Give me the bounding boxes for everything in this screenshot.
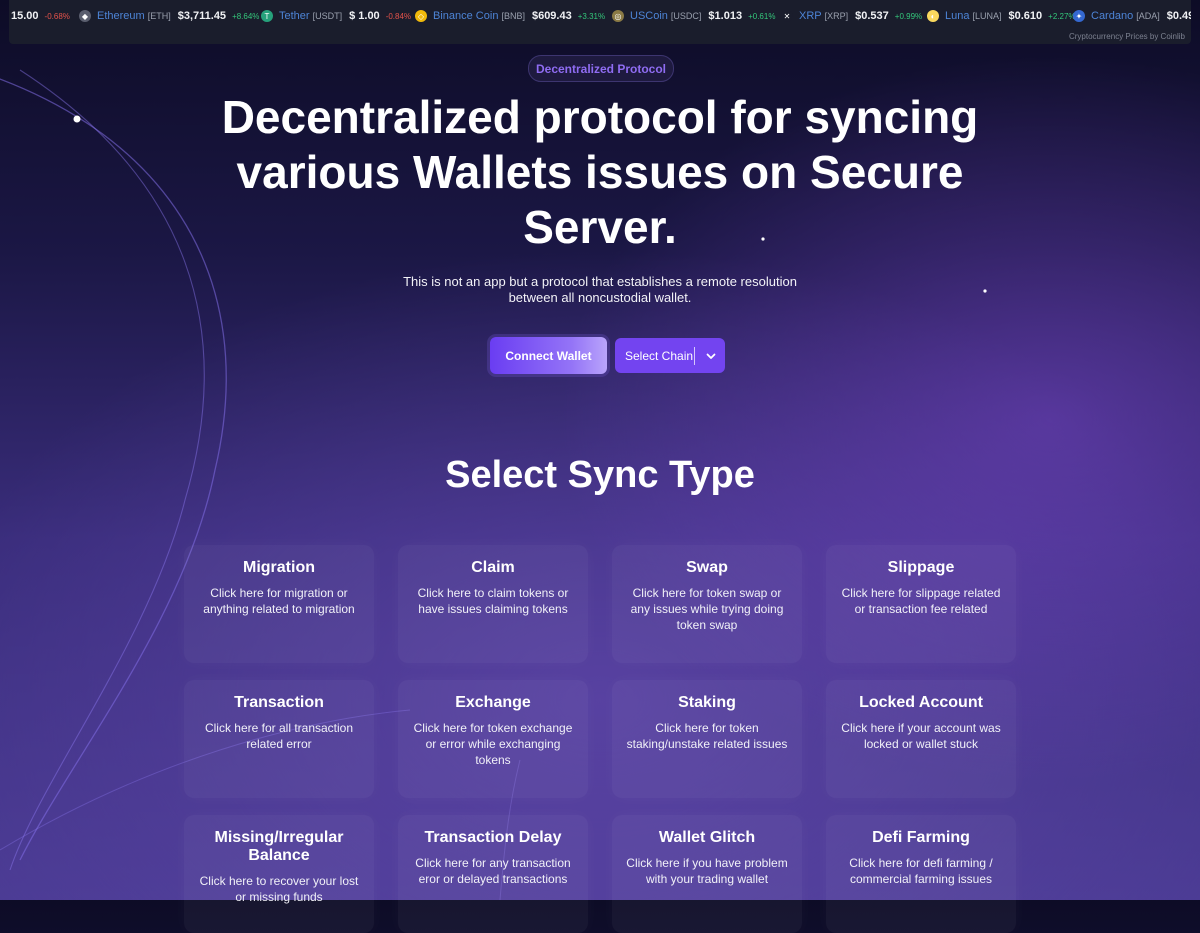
sync-card-description: Click here for token exchange or error w…: [413, 721, 573, 767]
sync-card-description: Click here if you have problem with your…: [626, 856, 788, 886]
ticker-price: $0.495: [1166, 10, 1191, 22]
ticker-coin-symbol: [ADA]: [1136, 11, 1160, 21]
sync-card-description: Click here for defi farming / commercial…: [849, 856, 993, 886]
sync-card-title: Slippage: [887, 559, 955, 576]
select-chain-label: Select Chain: [625, 348, 694, 363]
ticker-item[interactable]: ✕ XRP [XRP] $0.537 +0.99%: [781, 6, 922, 26]
ticker-coin-name[interactable]: XRP: [799, 10, 822, 22]
sync-card-description: Click here for any transaction eror or d…: [415, 856, 571, 886]
sync-card-wallet-glitch[interactable]: Wallet Glitch Click here if you have prob…: [612, 815, 802, 933]
sync-card-description: Click here if your account was locked or…: [841, 721, 1001, 751]
ticker-coin-name[interactable]: Cardano: [1091, 10, 1133, 22]
ticker-coin-symbol: [USDT]: [312, 11, 343, 21]
ticker-item[interactable]: ◎ USCoin [USDC] $1.013 +0.61%: [612, 6, 775, 26]
sync-card-description: Click here for token swap or any issues …: [630, 586, 784, 632]
sync-card-slippage[interactable]: Slippage Click here for slippage related …: [826, 545, 1016, 663]
sync-card-description: Click here to recover your lost or missi…: [199, 874, 359, 904]
ticker-change: -0.68%: [44, 11, 70, 21]
ticker-price: 15.00: [11, 10, 39, 22]
ticker-change: -0.84%: [385, 11, 412, 21]
sync-card-title: Migration: [243, 559, 315, 576]
sync-card-description: Click here for token staking/unstake rel…: [626, 721, 788, 751]
hero-title-line: Server.: [523, 201, 677, 253]
hero-subtitle-line: This is not an app but a protocol that e…: [403, 274, 797, 289]
hero-title-line: Decentralized protocol for syncing: [221, 91, 979, 143]
sync-card-transaction[interactable]: Transaction Click here for all transactio…: [184, 680, 374, 798]
sync-card-transaction-delay[interactable]: Transaction Delay Click here for any tran…: [398, 815, 588, 933]
sync-card-description: Click here for all transaction related e…: [204, 721, 354, 751]
sync-card-title: Transaction: [234, 694, 324, 711]
hero-subtitle-line: between all noncustodial wallet.: [508, 290, 692, 305]
ticker-item[interactable]: T Tether [USDT] $ 1.00 -0.84%: [261, 6, 411, 26]
ticker-coin-name[interactable]: Tether: [279, 10, 310, 22]
ticker-price: $609.43: [531, 10, 572, 22]
sync-card-title: Missing/Irregular Balance: [214, 829, 344, 864]
hero-title: Decentralized protocol for syncing vario…: [200, 90, 1000, 255]
ethereum-icon: ◆: [79, 10, 91, 22]
sync-card-title: Defi Farming: [872, 829, 970, 846]
xrp-icon: ✕: [781, 10, 793, 22]
ticker-item[interactable]: ◇ Binance Coin [BNB] $609.43 +3.31%: [415, 6, 605, 26]
protocol-badge: Decentralized Protocol: [528, 55, 674, 82]
hero-title-line: various Wallets issues on Secure: [236, 146, 964, 198]
sync-card-title: Wallet Glitch: [658, 829, 756, 846]
ticker-coin-name[interactable]: Binance Coin: [433, 10, 498, 22]
ticker-price: $ 1.00: [349, 10, 380, 22]
sync-card-claim[interactable]: Claim Click here to claim tokens or have …: [398, 545, 588, 663]
luna-icon: ◐: [927, 10, 939, 22]
cardano-icon: ✦: [1073, 10, 1085, 22]
crypto-ticker: 15.00 -0.68% ◆ Ethereum [ETH] $3,711.45 +8.64%…: [9, 0, 1191, 44]
sync-card-missing-irregular-balance[interactable]: Missing/Irregular Balance Click here to r…: [184, 815, 374, 933]
sync-card-title: Claim: [471, 559, 515, 576]
sync-card-locked-account[interactable]: Locked Account Click here if your account…: [826, 680, 1016, 798]
star-dot: [983, 289, 987, 293]
ticker-price: $0.537: [855, 10, 889, 22]
dropdown-divider: [694, 346, 695, 365]
section-title: Select Sync Type: [445, 454, 755, 496]
ticker-change: +0.61%: [748, 11, 776, 21]
sync-card-title: Staking: [678, 694, 736, 711]
ticker-change: +0.99%: [894, 11, 923, 21]
ticker-coin-name[interactable]: USCoin: [630, 10, 668, 22]
ticker-price: $3,711.45: [177, 10, 227, 22]
sync-card-migration[interactable]: Migration Click here for migration or any…: [184, 545, 374, 663]
ticker-coin-symbol: [USDC]: [670, 11, 702, 21]
sync-card-defi-farming[interactable]: Defi Farming Click here for defi farming …: [826, 815, 1016, 933]
ticker-price: $0.610: [1008, 10, 1043, 22]
sync-card-exchange[interactable]: Exchange Click here for token exchange or…: [398, 680, 588, 798]
ticker-change: +2.27%: [1048, 11, 1076, 21]
hero-subtitle: This is not an app but a protocol that e…: [380, 274, 820, 306]
ticker-change: +8.64%: [232, 11, 260, 21]
ticker-coin-symbol: [ETH]: [147, 11, 171, 21]
sync-card-description: Click here for migration or anything rel…: [203, 586, 355, 616]
ticker-track: 15.00 -0.68% ◆ Ethereum [ETH] $3,711.45 +8.64%…: [9, 6, 1191, 26]
tether-icon: T: [261, 10, 273, 22]
sync-card-title: Exchange: [455, 694, 531, 711]
ticker-coin-name[interactable]: Luna: [945, 10, 969, 22]
sync-card-staking[interactable]: Staking Click here for token staking/unst…: [612, 680, 802, 798]
select-chain-dropdown[interactable]: Select Chain: [615, 338, 725, 373]
ticker-item[interactable]: ◆ Ethereum [ETH] $3,711.45 +8.64%: [79, 6, 259, 26]
uscoin-icon: ◎: [612, 10, 624, 22]
ticker-item[interactable]: 15.00 -0.68%: [9, 6, 70, 26]
sync-card-swap[interactable]: Swap Click here for token swap or any iss…: [612, 545, 802, 663]
connect-wallet-button[interactable]: Connect Wallet: [490, 337, 607, 374]
ticker-item[interactable]: ✦ Cardano[ADA] $0.495: [1073, 6, 1191, 26]
ticker-change: +3.31%: [577, 11, 606, 21]
ticker-item[interactable]: ◐ Luna [LUNA] $0.610 +2.27%: [927, 6, 1076, 26]
chevron-down-icon: [706, 353, 716, 359]
ticker-price: $1.013: [708, 10, 743, 22]
ticker-coin-symbol: [LUNA]: [972, 11, 1002, 21]
star-dot: [73, 115, 81, 123]
sync-card-title: Locked Account: [859, 694, 983, 711]
binance-icon: ◇: [415, 10, 427, 22]
sync-card-title: Transaction Delay: [424, 829, 562, 846]
sync-card-description: Click here to claim tokens or have issue…: [417, 586, 569, 616]
sync-card-description: Click here for slippage related or trans…: [841, 586, 1001, 616]
sync-card-title: Swap: [686, 559, 728, 576]
ticker-coin-symbol: [XRP]: [824, 11, 849, 21]
ticker-coin-name[interactable]: Ethereum: [97, 10, 145, 22]
ticker-coin-symbol: [BNB]: [501, 11, 525, 21]
ticker-credit-link[interactable]: Cryptocurrency Prices by Coinlib: [1069, 32, 1185, 41]
